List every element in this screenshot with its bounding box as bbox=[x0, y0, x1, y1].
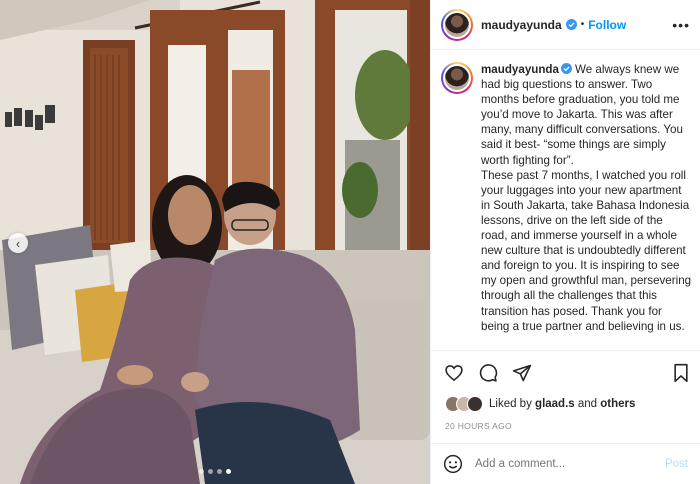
post-side-panel: maudyayunda • Follow ••• maudyayunda We a… bbox=[430, 0, 700, 484]
divider bbox=[431, 350, 700, 351]
chevron-left-icon: ‹ bbox=[15, 235, 21, 251]
verified-icon bbox=[565, 19, 577, 30]
action-bar bbox=[444, 362, 690, 384]
comment-input[interactable] bbox=[475, 458, 665, 470]
caption-paragraph-1: We always knew we had big questions to a… bbox=[481, 63, 683, 167]
carousel-dot bbox=[208, 469, 213, 474]
carousel-indicators bbox=[0, 469, 430, 474]
post-photo[interactable]: ‹ bbox=[0, 0, 430, 484]
caption: maudyayunda We always knew we had big que… bbox=[441, 62, 692, 334]
more-icon[interactable]: ••• bbox=[672, 17, 690, 33]
photo-illustration bbox=[0, 0, 430, 484]
previous-photo-button[interactable]: ‹ bbox=[8, 233, 28, 253]
separator-dot: • bbox=[580, 19, 585, 30]
post-timestamp[interactable]: 20 HOURS AGO bbox=[445, 421, 512, 431]
avatar[interactable] bbox=[441, 8, 473, 41]
comment-bar: Post bbox=[431, 443, 700, 484]
liked-and: and bbox=[577, 398, 598, 410]
share-icon[interactable] bbox=[512, 363, 532, 383]
caption-username[interactable]: maudyayunda bbox=[481, 63, 559, 76]
likes-summary: Liked by glaad.s and others bbox=[445, 396, 635, 412]
caption-text: maudyayunda We always knew we had big que… bbox=[481, 62, 692, 334]
liked-user-link[interactable]: glaad.s bbox=[535, 398, 575, 410]
username-link[interactable]: maudyayunda bbox=[481, 18, 562, 32]
post-header: maudyayunda • Follow ••• bbox=[431, 0, 700, 50]
heart-icon[interactable] bbox=[444, 363, 464, 383]
bookmark-icon[interactable] bbox=[672, 363, 690, 383]
post-comment-button[interactable]: Post bbox=[665, 458, 688, 470]
verified-icon bbox=[560, 63, 572, 74]
emoji-icon[interactable] bbox=[443, 454, 463, 474]
carousel-dot-active bbox=[226, 469, 231, 474]
liked-others-link[interactable]: others bbox=[600, 398, 635, 410]
carousel-dot bbox=[199, 469, 204, 474]
liker-avatars bbox=[445, 396, 483, 412]
carousel-dot bbox=[217, 469, 222, 474]
caption-avatar[interactable] bbox=[441, 62, 473, 94]
follow-button[interactable]: Follow bbox=[588, 18, 626, 32]
caption-paragraph-2: These past 7 months, I watched you roll … bbox=[481, 168, 692, 333]
liked-by-prefix: Liked by bbox=[489, 398, 532, 410]
comment-icon[interactable] bbox=[478, 363, 498, 383]
